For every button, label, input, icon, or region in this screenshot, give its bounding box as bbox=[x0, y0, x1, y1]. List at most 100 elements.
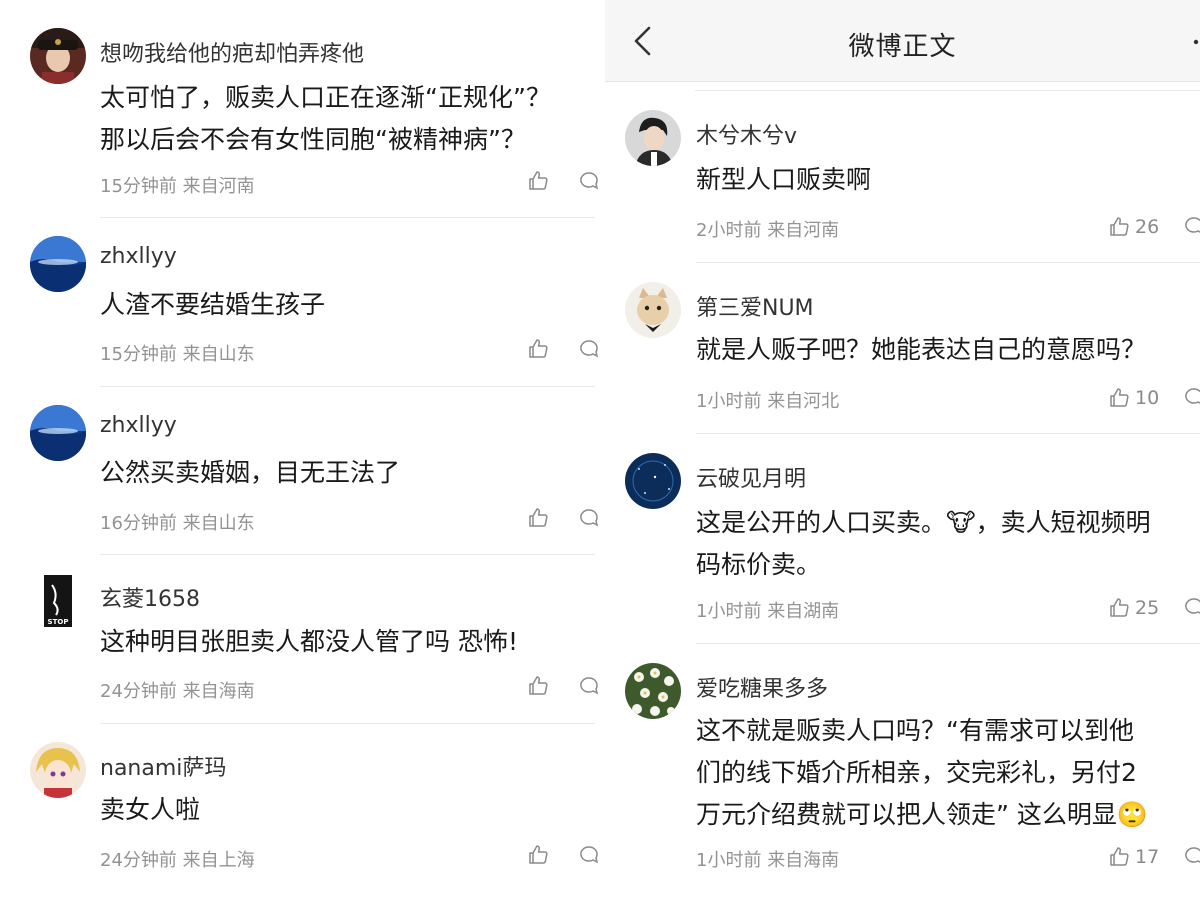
comment-text: 太可怕了，贩卖人口正在逐渐“正规化”？ 那以后会不会有女性同胞“被精神病”？ bbox=[100, 83, 551, 154]
comment-username[interactable]: 爱吃糖果多多 bbox=[696, 671, 828, 703]
comment-username[interactable]: zhxllyy bbox=[100, 413, 177, 438]
like-button[interactable] bbox=[526, 168, 550, 194]
separator bbox=[696, 262, 1200, 263]
comment-bubble-icon bbox=[580, 846, 599, 864]
comment-location: 来自河北 bbox=[767, 391, 840, 412]
comment-meta: 1小时前 来自河北 bbox=[696, 387, 839, 413]
comment-location: 来自山东 bbox=[182, 513, 255, 534]
page-title: 微博正文 bbox=[848, 32, 957, 62]
comment-bubble-icon bbox=[1185, 217, 1200, 233]
comment-bubble-icon bbox=[1185, 598, 1200, 614]
right-comment-panel: 微博正文 木兮木兮v 新型人口贩卖啊 2小时前 来自河南 26 第三爱NUM 就… bbox=[605, 0, 1200, 900]
ocean-avatar[interactable] bbox=[30, 405, 86, 461]
reply-button[interactable] bbox=[1183, 215, 1200, 237]
anime-avatar[interactable] bbox=[30, 742, 86, 798]
comment-time: 2小时前 bbox=[696, 220, 762, 241]
cat-avatar[interactable] bbox=[625, 282, 681, 338]
more-button[interactable] bbox=[1180, 24, 1200, 58]
like-button[interactable] bbox=[526, 505, 550, 531]
comment-username[interactable]: 木兮木兮v bbox=[696, 118, 797, 150]
comment-location: 来自山东 bbox=[182, 344, 255, 365]
more-icon bbox=[1193, 39, 1199, 45]
reply-button[interactable] bbox=[578, 170, 600, 192]
like-button[interactable] bbox=[526, 336, 550, 362]
top-navigation-bar: 微博正文 bbox=[605, 0, 1200, 82]
thumbs-up-icon bbox=[529, 845, 548, 864]
comment-username[interactable]: 第三爱NUM bbox=[696, 290, 814, 322]
comment-text: 这种明目张胆卖人都没人管了吗 恐怖! bbox=[100, 627, 518, 656]
like-button[interactable]: 26 bbox=[1107, 214, 1159, 240]
separator bbox=[696, 643, 1200, 644]
flowers-avatar[interactable] bbox=[625, 663, 681, 719]
like-button[interactable]: 25 bbox=[1107, 595, 1159, 621]
reply-button[interactable] bbox=[578, 675, 600, 697]
comment-location: 来自上海 bbox=[182, 850, 255, 871]
thumbs-up-icon bbox=[529, 676, 548, 695]
comment-username[interactable]: zhxllyy bbox=[100, 244, 177, 269]
like-count: 25 bbox=[1135, 597, 1160, 619]
comment-time: 1小时前 bbox=[696, 391, 762, 412]
comment-meta: 1小时前 来自湖南 bbox=[696, 597, 839, 623]
separator bbox=[100, 217, 595, 218]
like-button[interactable]: 17 bbox=[1107, 844, 1159, 870]
night-sky-avatar[interactable] bbox=[625, 453, 681, 509]
like-button[interactable]: 10 bbox=[1107, 385, 1159, 411]
comment-bubble-icon bbox=[580, 340, 599, 358]
comment-location: 来自湖南 bbox=[767, 601, 840, 622]
comment-time: 1小时前 bbox=[696, 850, 762, 871]
comment-bubble-icon bbox=[580, 677, 599, 695]
comment-bubble-icon bbox=[580, 172, 599, 190]
separator bbox=[100, 386, 595, 387]
like-count: 17 bbox=[1135, 846, 1160, 868]
thumbs-up-icon bbox=[529, 508, 548, 527]
comment-text: 人渣不要结婚生孩子 bbox=[100, 290, 326, 319]
reply-button[interactable] bbox=[1183, 845, 1200, 867]
comment-location: 来自河南 bbox=[767, 220, 840, 241]
comment-username[interactable]: nanami萨玛 bbox=[100, 750, 226, 782]
comment-text: 就是人贩子吧？她能表达自己的意愿吗？ bbox=[696, 335, 1147, 364]
comment-text: 新型人口贩卖啊 bbox=[696, 165, 872, 194]
comment-bubble-icon bbox=[1185, 847, 1200, 863]
reply-button[interactable] bbox=[578, 338, 600, 360]
comment-username[interactable]: 想吻我给他的疤却怕弄疼他 bbox=[100, 36, 364, 68]
ocean-avatar[interactable] bbox=[30, 236, 86, 292]
like-button[interactable] bbox=[526, 842, 550, 868]
like-button[interactable] bbox=[526, 673, 550, 699]
comment-time: 15分钟前 bbox=[100, 344, 177, 365]
comment-meta: 2小时前 来自河南 bbox=[696, 216, 839, 242]
separator bbox=[696, 433, 1200, 434]
reply-button[interactable] bbox=[578, 507, 600, 529]
thumbs-up-icon bbox=[1110, 598, 1129, 617]
comment-meta: 15分钟前 来自山东 bbox=[100, 340, 255, 366]
comment-time: 1小时前 bbox=[696, 601, 762, 622]
comment-meta: 24分钟前 来自海南 bbox=[100, 677, 255, 703]
separator bbox=[100, 554, 595, 555]
comment-bubble-icon bbox=[580, 509, 599, 527]
like-count: 26 bbox=[1135, 216, 1160, 238]
reply-button[interactable] bbox=[1183, 596, 1200, 618]
comment-time: 16分钟前 bbox=[100, 513, 177, 534]
comment-meta: 16分钟前 来自山东 bbox=[100, 509, 255, 535]
separator bbox=[695, 90, 1200, 91]
portrait-avatar[interactable] bbox=[30, 28, 86, 84]
separator bbox=[100, 723, 595, 724]
man-avatar[interactable] bbox=[625, 110, 681, 166]
comment-time: 24分钟前 bbox=[100, 850, 177, 871]
comment-time: 15分钟前 bbox=[100, 176, 177, 197]
comment-meta: 24分钟前 来自上海 bbox=[100, 846, 255, 872]
reply-button[interactable] bbox=[578, 844, 600, 866]
comment-bubble-icon bbox=[1185, 388, 1200, 404]
stop-sign-avatar[interactable]: STOP bbox=[30, 573, 86, 629]
comment-username[interactable]: 玄菱1658 bbox=[100, 581, 200, 613]
thumbs-up-icon bbox=[1110, 217, 1129, 236]
left-comment-panel: 想吻我给他的疤却怕弄疼他 太可怕了，贩卖人口正在逐渐“正规化”？ 那以后会不会有… bbox=[0, 0, 600, 900]
comment-location: 来自海南 bbox=[767, 850, 840, 871]
comment-meta: 1小时前 来自海南 bbox=[696, 846, 839, 872]
comment-username[interactable]: 云破见月明 bbox=[696, 461, 806, 493]
reply-button[interactable] bbox=[1183, 386, 1200, 408]
thumbs-up-icon bbox=[1110, 847, 1129, 866]
comment-location: 来自海南 bbox=[182, 681, 255, 702]
thumbs-up-icon bbox=[1110, 388, 1129, 407]
like-count: 10 bbox=[1135, 387, 1160, 409]
avatar-stop-label: STOP bbox=[48, 618, 69, 626]
